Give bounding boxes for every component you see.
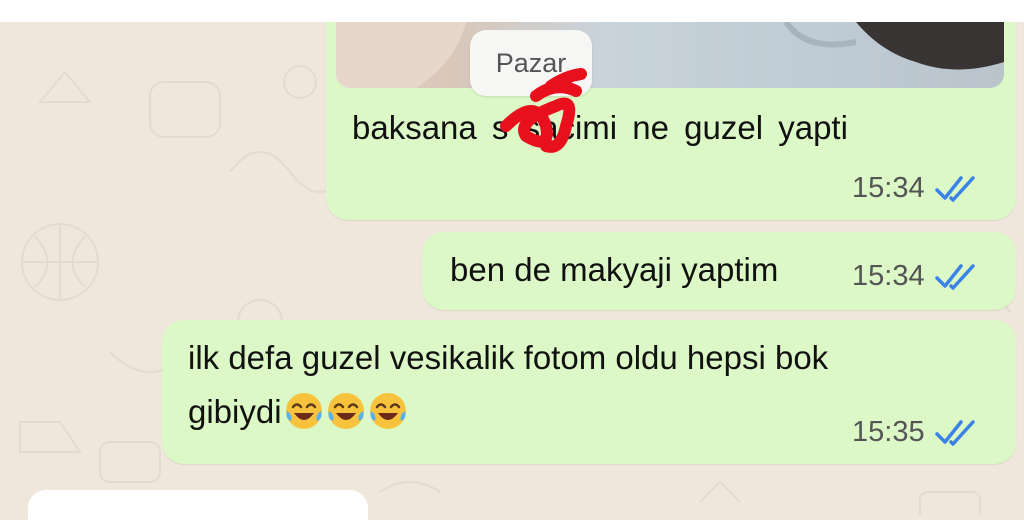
message-text-1: baksana s sacimi ne guzel yapti	[352, 109, 848, 146]
top-bar-strip	[0, 0, 1024, 22]
double-check-read-icon	[934, 263, 975, 290]
message-time-2: 15:34	[852, 260, 925, 292]
photo-attachment[interactable]	[336, 22, 1004, 88]
double-check-read-icon	[934, 419, 975, 446]
face-with-tears-of-joy-icon	[369, 393, 406, 429]
message-text-3-line2: gibiydi	[188, 384, 408, 440]
message-meta-1: 15:34	[852, 172, 979, 205]
photo-content	[336, 22, 1004, 88]
message-text-3-line1: ilk defa guzel vesikalik fotom oldu heps…	[188, 339, 829, 376]
message-meta-2: 15:34	[852, 260, 979, 293]
message-text-2: ben de makyaji yaptim	[450, 251, 779, 288]
incoming-message-bubble-partial[interactable]	[28, 490, 368, 520]
message-time-1: 15:34	[852, 172, 925, 204]
face-with-tears-of-joy-icon	[285, 393, 322, 429]
message-time-3: 15:35	[852, 416, 925, 448]
face-with-tears-of-joy-icon	[327, 393, 364, 429]
red-scribble-redaction	[500, 68, 587, 153]
message-meta-3: 15:35	[852, 416, 979, 449]
message-text-3-word: gibiydi	[188, 393, 282, 430]
double-check-read-icon	[934, 175, 975, 202]
